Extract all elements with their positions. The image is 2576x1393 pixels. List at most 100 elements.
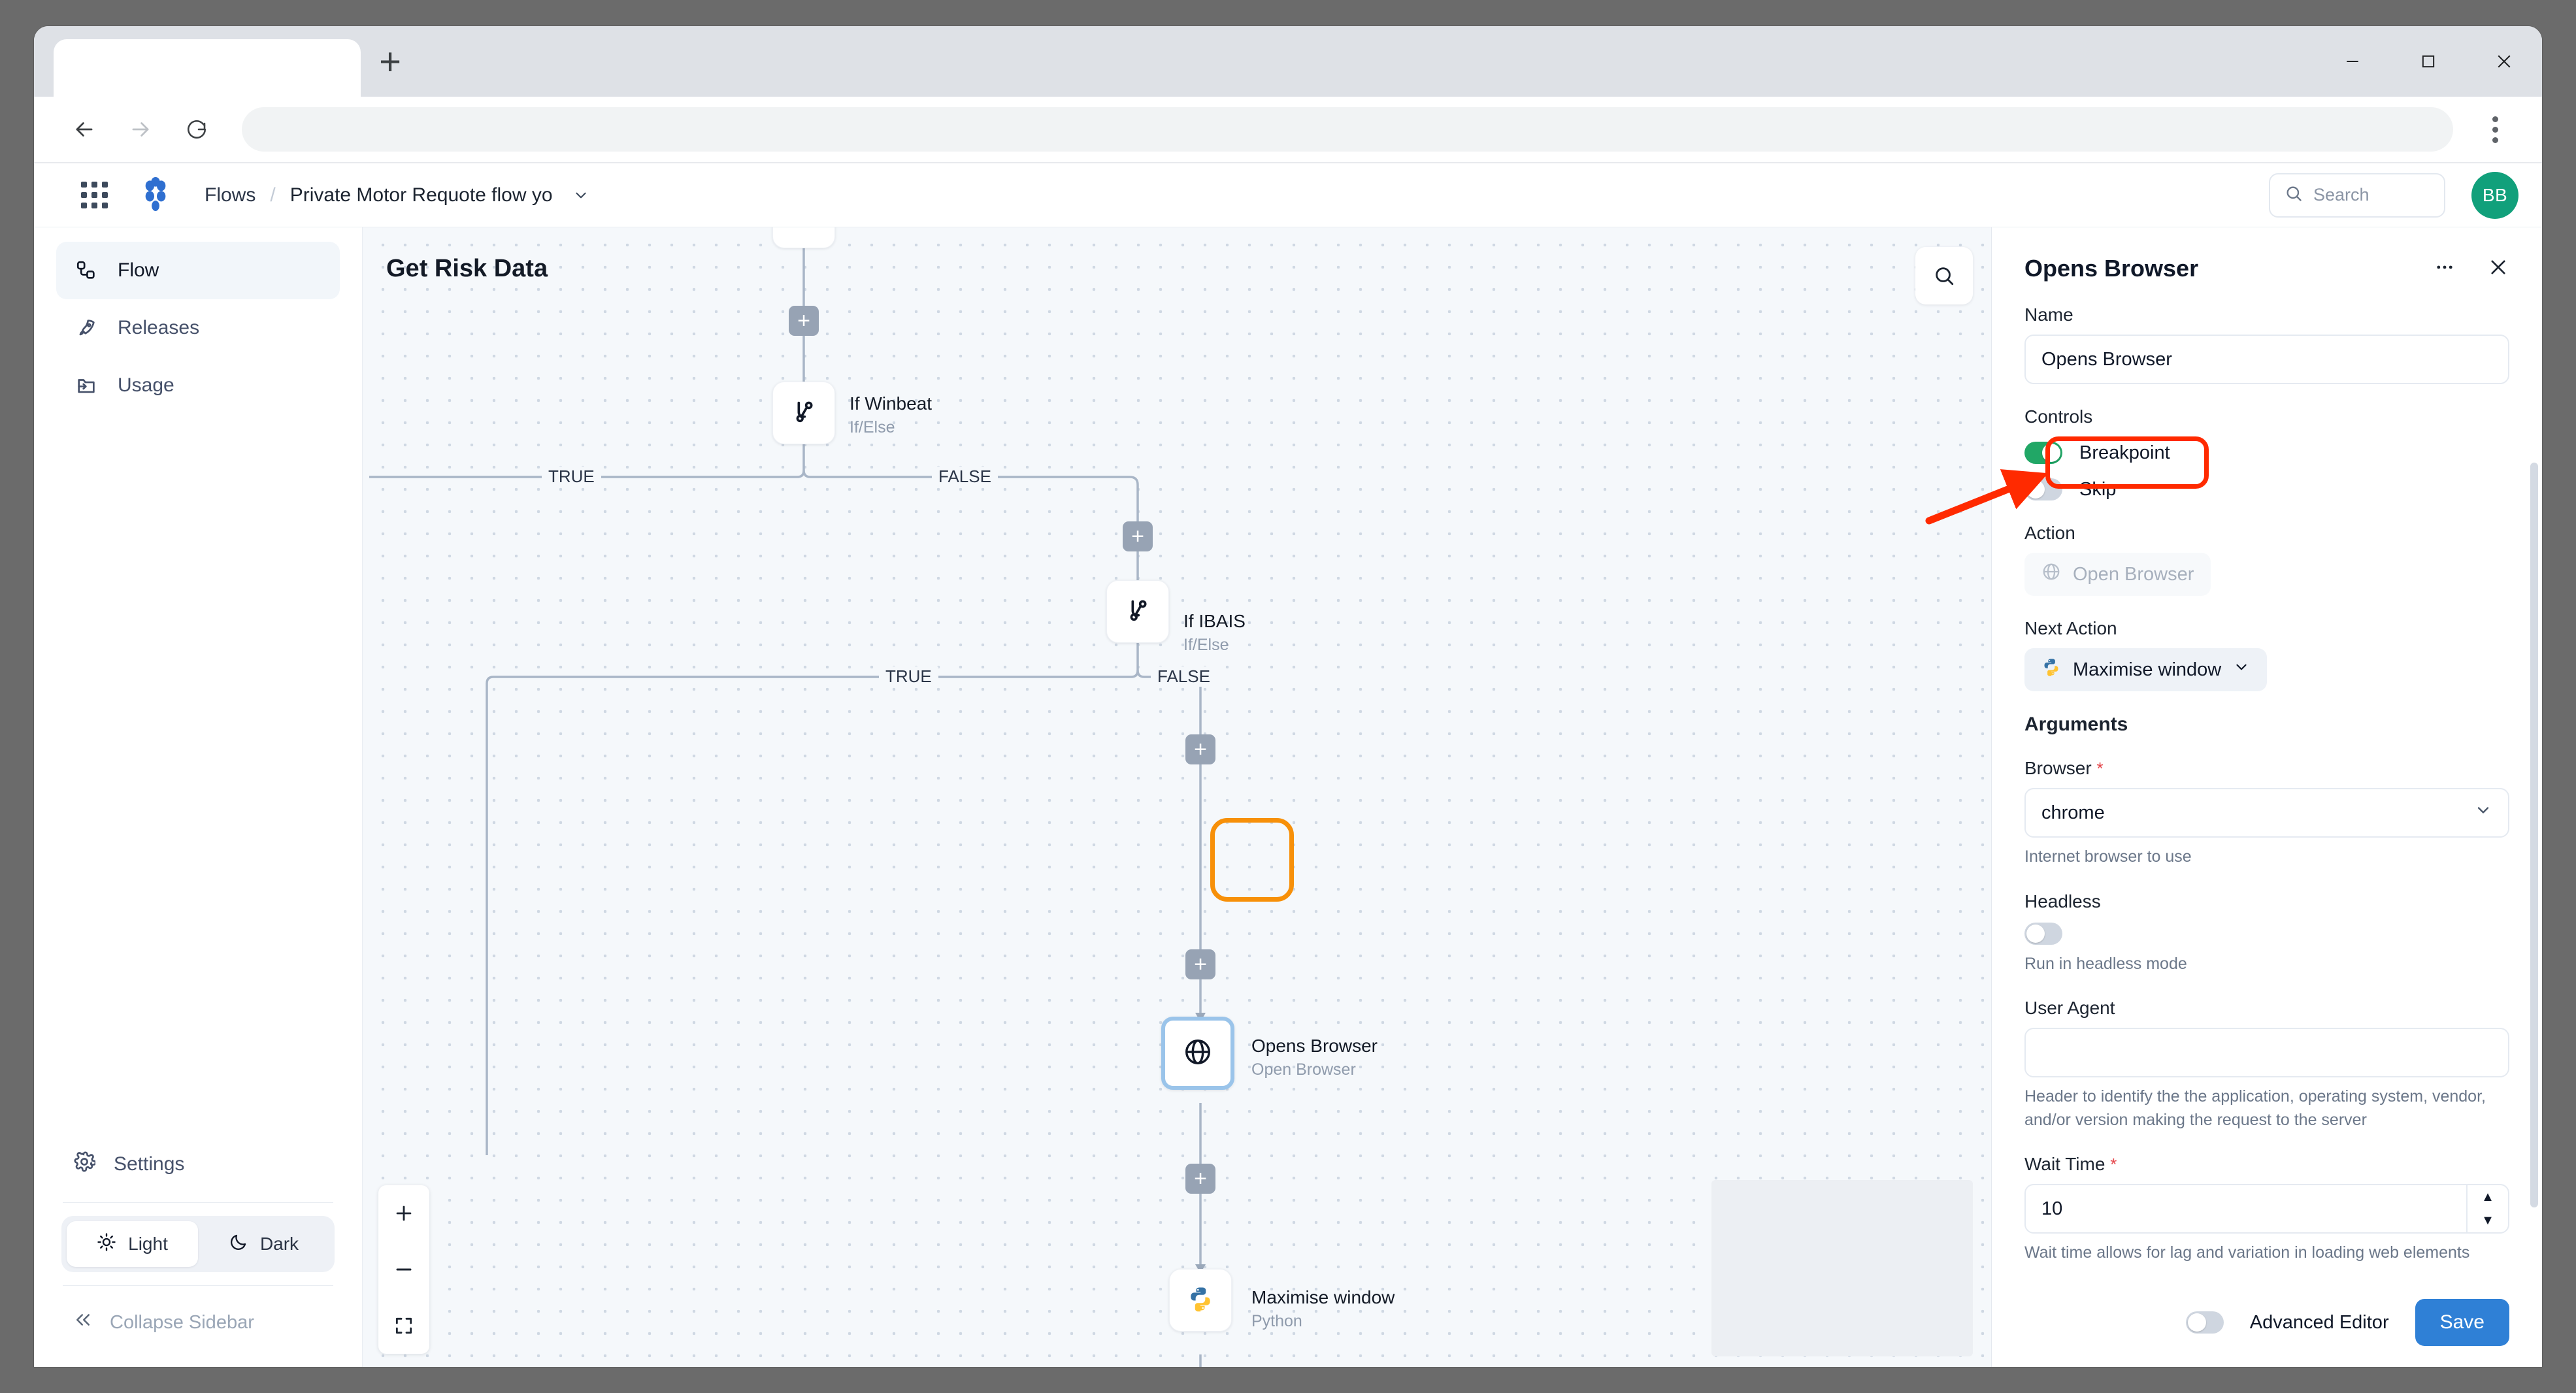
- wait-time-field[interactable]: 10 ▲ ▼: [2024, 1184, 2509, 1234]
- flow-node-if-ibais[interactable]: [1106, 580, 1169, 643]
- flow-nodes-icon: [73, 259, 99, 282]
- breadcrumb-flows[interactable]: Flows: [205, 184, 256, 206]
- user-agent-label: User Agent: [2024, 998, 2115, 1018]
- avatar-initials: BB: [2482, 184, 2508, 205]
- breadcrumb-separator: /: [270, 184, 276, 206]
- browser-toolbar: [34, 97, 2542, 163]
- wait-time-stepper: ▲ ▼: [2466, 1185, 2508, 1232]
- sidebar-item-label: Releases: [118, 317, 200, 338]
- theme-toggle: Light Dark: [61, 1216, 335, 1272]
- browser-label-text: Browser: [2024, 758, 2092, 778]
- breadcrumb-current[interactable]: Private Motor Requote flow yo: [290, 184, 553, 206]
- arrow-right-icon[interactable]: [112, 101, 169, 157]
- sidebar-item-settings[interactable]: Settings: [56, 1136, 340, 1193]
- moon-icon: [229, 1232, 248, 1256]
- headless-label: Headless: [2024, 891, 2101, 911]
- flow-node-maximise-window[interactable]: [1169, 1269, 1232, 1332]
- branch-icon: [789, 397, 819, 430]
- ellipsis-icon[interactable]: [2434, 256, 2456, 282]
- save-button[interactable]: Save: [2415, 1299, 2509, 1346]
- close-icon[interactable]: [2487, 256, 2509, 282]
- app-root: Flows / Private Motor Requote flow yo Se…: [34, 163, 2542, 1367]
- panel-scrollbar[interactable]: [2530, 463, 2538, 1207]
- maximize-icon[interactable]: [2390, 26, 2466, 97]
- next-action-value: Maximise window: [2073, 659, 2222, 680]
- minimize-icon[interactable]: [2315, 26, 2390, 97]
- flow-node-sublabel: Open Browser: [1251, 1060, 1356, 1079]
- app-logo-icon[interactable]: [138, 176, 173, 214]
- zoom-out-button[interactable]: [378, 1241, 429, 1298]
- canvas-minimap[interactable]: [1711, 1180, 1973, 1356]
- add-node-button[interactable]: +: [1185, 949, 1215, 979]
- flow-node-label: Opens Browser: [1251, 1036, 1378, 1056]
- flow-canvas[interactable]: TRUE FALSE TRUE FALSE + + + + + +: [363, 227, 1991, 1367]
- theme-dark-label: Dark: [259, 1234, 299, 1254]
- collapse-sidebar-button[interactable]: Collapse Sidebar: [56, 1295, 340, 1350]
- arrow-left-icon[interactable]: [56, 101, 112, 157]
- user-agent-field[interactable]: [2024, 1028, 2509, 1077]
- theme-light-button[interactable]: Light: [67, 1221, 198, 1267]
- add-node-button[interactable]: +: [1185, 1164, 1215, 1194]
- branch-label-true: TRUE: [879, 666, 938, 687]
- branch-label-true: TRUE: [542, 467, 601, 487]
- fit-screen-button[interactable]: [378, 1298, 429, 1354]
- zoom-in-button[interactable]: [378, 1185, 429, 1241]
- canvas-title: Get Risk Data: [386, 255, 548, 282]
- wait-time-label: Wait Time *: [2024, 1154, 2509, 1175]
- name-field-value: Opens Browser: [2041, 348, 2172, 370]
- browser-select[interactable]: chrome: [2024, 788, 2509, 838]
- properties-panel-scroll[interactable]: Opens Browser Name Opens Browser Control…: [1992, 227, 2542, 1278]
- stepper-up-icon[interactable]: ▲: [2468, 1185, 2508, 1209]
- sidebar-item-releases[interactable]: Releases: [56, 299, 340, 357]
- grid-apps-icon[interactable]: [81, 182, 108, 208]
- new-tab-button[interactable]: +: [361, 39, 420, 97]
- flow-node-label: If Winbeat: [850, 393, 933, 414]
- name-field[interactable]: Opens Browser: [2024, 335, 2509, 384]
- browser-window: + Flows / Private Motor Requote flow yo …: [34, 26, 2542, 1367]
- avatar[interactable]: BB: [2471, 171, 2518, 219]
- sidebar-item-label: Flow: [118, 259, 159, 281]
- flow-node-partial[interactable]: [772, 227, 835, 248]
- advanced-editor-toggle[interactable]: [2185, 1311, 2224, 1334]
- close-icon[interactable]: [2466, 26, 2542, 97]
- next-action-dropdown[interactable]: Maximise window: [2024, 648, 2268, 691]
- canvas-search-button[interactable]: [1915, 247, 1973, 304]
- headless-toggle[interactable]: [2024, 922, 2062, 945]
- theme-dark-button[interactable]: Dark: [198, 1221, 329, 1267]
- action-value-label: Open Browser: [2073, 563, 2194, 585]
- url-bar[interactable]: [242, 107, 2453, 152]
- search-input[interactable]: Search: [2269, 172, 2445, 218]
- canvas-zoom-controls: [378, 1185, 429, 1354]
- divider: [63, 1285, 333, 1286]
- headless-row: [2024, 922, 2509, 945]
- stepper-down-icon[interactable]: ▼: [2468, 1209, 2508, 1232]
- kebab-menu-icon[interactable]: [2470, 101, 2520, 157]
- sidebar-item-flow[interactable]: Flow: [56, 242, 340, 299]
- sun-icon: [97, 1232, 116, 1256]
- browser-help: Internet browser to use: [2024, 847, 2192, 866]
- reload-icon[interactable]: [169, 101, 225, 157]
- action-value: Open Browser: [2024, 553, 2211, 596]
- user-agent-help: Header to identify the the application, …: [2024, 1087, 2486, 1129]
- chevron-down-icon[interactable]: [572, 187, 589, 204]
- settings-label: Settings: [114, 1153, 185, 1175]
- browser-tab[interactable]: [54, 39, 361, 97]
- branch-label-false: FALSE: [1151, 666, 1217, 687]
- breakpoint-toggle[interactable]: [2024, 442, 2062, 464]
- add-node-button[interactable]: +: [1123, 521, 1153, 551]
- panel-title: Opens Browser: [2024, 255, 2199, 282]
- chevron-down-icon: [2474, 801, 2492, 825]
- required-marker: *: [2110, 1155, 2117, 1174]
- search-icon: [1936, 267, 1954, 286]
- wait-time-value: 10: [2041, 1198, 2063, 1219]
- add-node-button[interactable]: +: [789, 306, 819, 336]
- skip-row: Skip: [2024, 478, 2509, 500]
- rocket-icon: [73, 317, 99, 339]
- app-header-right: Search BB: [2269, 171, 2518, 219]
- skip-toggle[interactable]: [2024, 478, 2062, 500]
- flow-node-opens-browser[interactable]: [1161, 1017, 1234, 1090]
- add-node-button[interactable]: +: [1185, 734, 1215, 764]
- sidebar-item-usage[interactable]: Usage: [56, 357, 340, 414]
- flow-node-if-winbeat[interactable]: [772, 382, 835, 444]
